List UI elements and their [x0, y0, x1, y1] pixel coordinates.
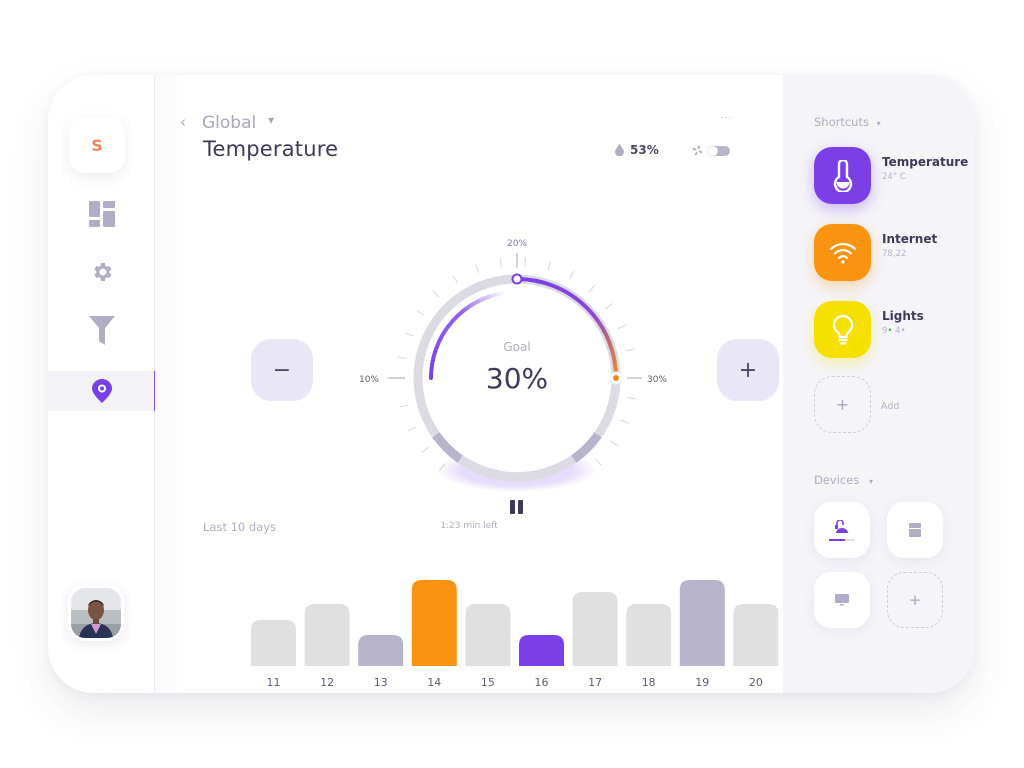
device-monitor[interactable]: [814, 572, 870, 628]
fridge-icon: [909, 523, 921, 537]
bar-label-14: 14: [427, 676, 441, 689]
devices-caret-icon: ▾: [868, 477, 873, 486]
app-logo[interactable]: S: [69, 117, 125, 173]
shortcut-lights-status: 9• 4•: [882, 326, 906, 336]
shortcuts-title: Shortcuts: [814, 115, 869, 129]
shortcut-lights-tile: [814, 301, 871, 358]
shortcut-temperature[interactable]: Temperature 24° C: [814, 147, 975, 205]
shortcut-internet-tile: [814, 224, 871, 281]
sidebar-item-settings[interactable]: [48, 252, 155, 292]
device-fridge[interactable]: [887, 502, 943, 558]
gear-icon: [93, 263, 111, 281]
bar-day-13[interactable]: [358, 635, 404, 666]
right-panel: Shortcuts ▾ Temperature 24° C Internet 7…: [783, 75, 975, 693]
vacuum-progress: [829, 538, 855, 541]
bar-day-14[interactable]: [411, 580, 457, 666]
shortcut-lights-name: Lights: [882, 309, 924, 323]
bar-day-18[interactable]: [626, 604, 672, 666]
bar-label-15: 15: [481, 676, 495, 689]
bar-label-18: 18: [642, 676, 656, 689]
logo-letter: S: [91, 135, 103, 155]
devices-header[interactable]: Devices ▾: [814, 473, 873, 487]
shortcut-internet-value: 78,22: [882, 249, 907, 259]
bar-day-12[interactable]: [304, 604, 350, 666]
bar-label-13: 13: [374, 676, 388, 689]
add-device-icon: +: [908, 591, 922, 609]
add-shortcut-label[interactable]: Add: [881, 401, 899, 412]
bar-label-16: 16: [535, 676, 549, 689]
sidebar-item-location[interactable]: [48, 371, 156, 411]
bar-day-16[interactable]: [519, 635, 564, 666]
bar-day-19[interactable]: [679, 580, 725, 666]
thermometer-icon: [833, 159, 852, 192]
bar-label-17: 17: [588, 676, 602, 689]
add-device-button[interactable]: +: [887, 572, 943, 628]
bar-label-12: 12: [320, 676, 334, 689]
vacuum-progress-fill: [829, 538, 845, 541]
main-panel: ‹ Global ▾ Temperature ··· 53% − + 20% 1…: [155, 75, 783, 693]
wifi-icon: [829, 242, 856, 264]
shortcut-internet[interactable]: Internet 78,22: [814, 224, 975, 282]
add-icon: +: [835, 395, 850, 414]
bar-label-19: 19: [695, 676, 709, 689]
vacuum-icon: [835, 519, 848, 533]
shortcuts-header[interactable]: Shortcuts ▾: [814, 115, 881, 129]
app-window: S ‹ Global ▾ Temperature ··· 53% − + 20%…: [48, 75, 975, 693]
lightbulb-icon: [832, 314, 853, 345]
lights-off-dot-icon: •: [900, 326, 906, 336]
shortcut-internet-name: Internet: [882, 232, 938, 246]
sidebar-item-filter[interactable]: [48, 311, 155, 351]
device-vacuum[interactable]: [814, 502, 870, 558]
user-avatar[interactable]: [68, 585, 124, 641]
bar-label-20: 20: [749, 676, 763, 689]
filter-icon: [88, 316, 115, 345]
lights-on-dot-icon: •: [887, 326, 893, 336]
bar-label-11: 11: [267, 676, 281, 689]
add-shortcut-button[interactable]: +: [814, 376, 871, 433]
monitor-icon: [835, 594, 849, 606]
shortcut-temperature-name: Temperature: [882, 155, 969, 169]
dashboard-icon: [88, 201, 115, 227]
shortcut-lights[interactable]: Lights 9• 4•: [814, 301, 975, 359]
location-pin-icon: [91, 379, 112, 403]
sidebar: S: [48, 75, 156, 693]
bar-day-17[interactable]: [572, 592, 618, 666]
shortcuts-caret-icon: ▾: [876, 119, 881, 128]
shortcut-temperature-tile: [814, 147, 871, 204]
devices-title: Devices: [814, 473, 860, 487]
avatar-photo: [71, 588, 121, 638]
history-bar-chart: 11 12 13 14 15 16 17 18 19 20: [251, 580, 779, 689]
sidebar-item-dashboard[interactable]: [48, 194, 155, 234]
bar-day-15[interactable]: [465, 604, 511, 666]
bar-day-11[interactable]: [251, 620, 296, 666]
bar-day-20[interactable]: [733, 604, 779, 666]
shortcut-temperature-value: 24° C: [882, 172, 906, 182]
